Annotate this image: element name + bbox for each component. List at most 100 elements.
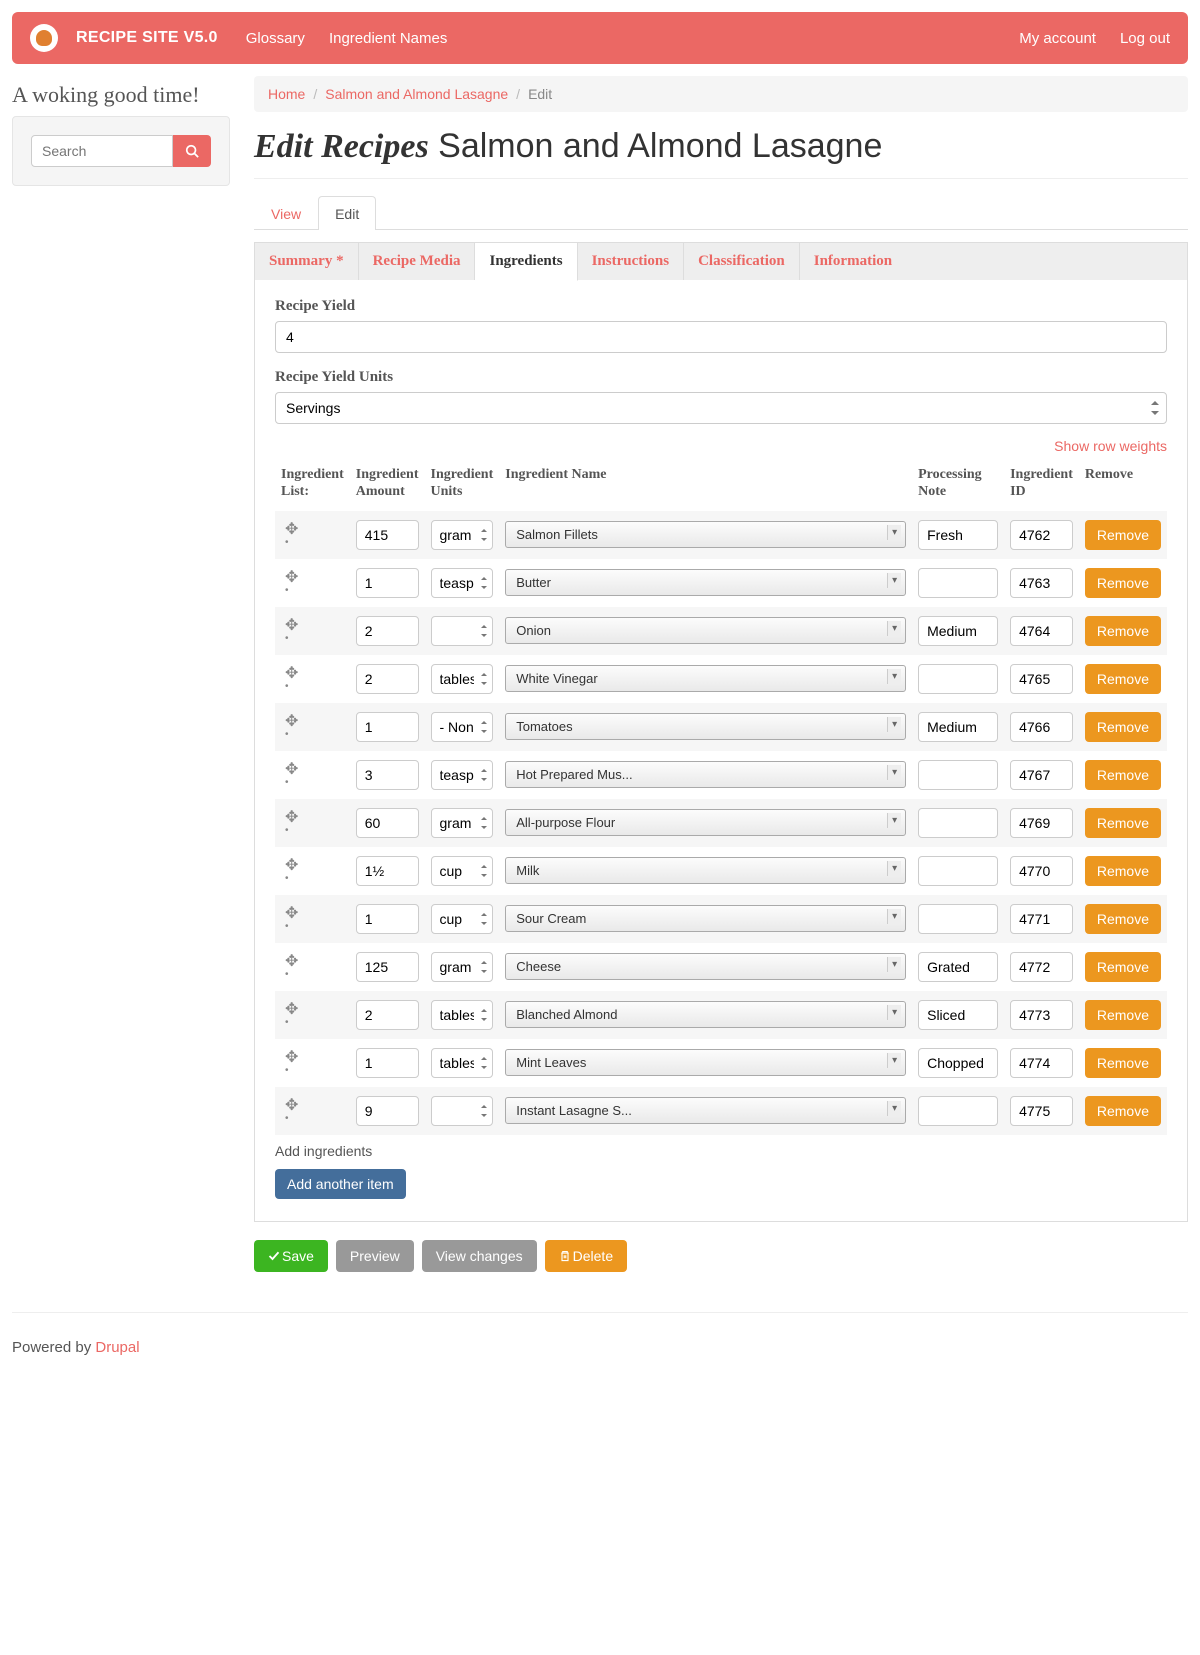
ingredient-id-input[interactable]	[1010, 856, 1073, 886]
save-button[interactable]: Save	[254, 1240, 328, 1272]
ingredient-name-select[interactable]: Instant Lasagne S...	[505, 1097, 906, 1124]
drag-handle-icon[interactable]: ✥•	[281, 1052, 344, 1074]
ingredient-units-select[interactable]	[431, 904, 494, 934]
remove-button[interactable]: Remove	[1085, 856, 1161, 886]
ingredient-amount-input[interactable]	[356, 1096, 419, 1126]
ingredient-name-select[interactable]: White Vinegar	[505, 665, 906, 692]
preview-button[interactable]: Preview	[336, 1240, 414, 1272]
ingredient-name-select[interactable]: Sour Cream	[505, 905, 906, 932]
ingredient-id-input[interactable]	[1010, 808, 1073, 838]
ingredient-id-input[interactable]	[1010, 760, 1073, 790]
delete-button[interactable]: Delete	[545, 1240, 627, 1272]
ingredient-id-input[interactable]	[1010, 616, 1073, 646]
ingredient-name-select[interactable]: Onion	[505, 617, 906, 644]
ingredient-id-input[interactable]	[1010, 1096, 1073, 1126]
breadcrumb-parent[interactable]: Salmon and Almond Lasagne	[325, 86, 508, 102]
view-changes-button[interactable]: View changes	[422, 1240, 537, 1272]
processing-note-input[interactable]	[918, 856, 998, 886]
nav-link-logout[interactable]: Log out	[1120, 30, 1170, 47]
processing-note-input[interactable]	[918, 904, 998, 934]
ingredient-id-input[interactable]	[1010, 664, 1073, 694]
remove-button[interactable]: Remove	[1085, 616, 1161, 646]
remove-button[interactable]: Remove	[1085, 1096, 1161, 1126]
ingredient-id-input[interactable]	[1010, 1000, 1073, 1030]
drag-handle-icon[interactable]: ✥•	[281, 812, 344, 834]
ingredient-units-select[interactable]	[431, 568, 494, 598]
ingredient-name-select[interactable]: Milk	[505, 857, 906, 884]
ingredient-units-select[interactable]	[431, 1000, 494, 1030]
ingredient-id-input[interactable]	[1010, 1048, 1073, 1078]
ingredient-id-input[interactable]	[1010, 520, 1073, 550]
remove-button[interactable]: Remove	[1085, 952, 1161, 982]
drag-handle-icon[interactable]: ✥•	[281, 716, 344, 738]
remove-button[interactable]: Remove	[1085, 712, 1161, 742]
drag-handle-icon[interactable]: ✥•	[281, 620, 344, 642]
ingredient-amount-input[interactable]	[356, 664, 419, 694]
ingredient-id-input[interactable]	[1010, 568, 1073, 598]
processing-note-input[interactable]	[918, 568, 998, 598]
ingredient-amount-input[interactable]	[356, 808, 419, 838]
tab-information[interactable]: Information	[800, 243, 906, 280]
processing-note-input[interactable]	[918, 616, 998, 646]
ingredient-id-input[interactable]	[1010, 904, 1073, 934]
ingredient-units-select[interactable]	[431, 952, 494, 982]
search-button[interactable]	[173, 135, 211, 167]
ingredient-id-input[interactable]	[1010, 952, 1073, 982]
breadcrumb-home[interactable]: Home	[268, 86, 305, 102]
ingredient-amount-input[interactable]	[356, 712, 419, 742]
drag-handle-icon[interactable]: ✥•	[281, 524, 344, 546]
processing-note-input[interactable]	[918, 712, 998, 742]
processing-note-input[interactable]	[918, 952, 998, 982]
ingredient-amount-input[interactable]	[356, 616, 419, 646]
ingredient-units-select[interactable]	[431, 808, 494, 838]
processing-note-input[interactable]	[918, 664, 998, 694]
remove-button[interactable]: Remove	[1085, 1048, 1161, 1078]
ingredient-amount-input[interactable]	[356, 952, 419, 982]
nav-link-glossary[interactable]: Glossary	[246, 30, 305, 47]
tab-summary[interactable]: Summary *	[255, 243, 359, 280]
nav-link-ingredient-names[interactable]: Ingredient Names	[329, 30, 447, 47]
tab-recipe-media[interactable]: Recipe Media	[359, 243, 476, 280]
drag-handle-icon[interactable]: ✥•	[281, 860, 344, 882]
ingredient-units-select[interactable]	[431, 712, 494, 742]
ingredient-name-select[interactable]: Salmon Fillets	[505, 521, 906, 548]
tab-edit[interactable]: Edit	[318, 196, 376, 230]
drag-handle-icon[interactable]: ✥•	[281, 1004, 344, 1026]
recipe-yield-input[interactable]	[275, 321, 1167, 353]
nav-link-my-account[interactable]: My account	[1019, 30, 1096, 47]
add-another-item-button[interactable]: Add another item	[275, 1169, 406, 1199]
drag-handle-icon[interactable]: ✥•	[281, 764, 344, 786]
ingredient-units-select[interactable]	[431, 1096, 494, 1126]
drag-handle-icon[interactable]: ✥•	[281, 572, 344, 594]
ingredient-units-select[interactable]	[431, 760, 494, 790]
ingredient-id-input[interactable]	[1010, 712, 1073, 742]
processing-note-input[interactable]	[918, 520, 998, 550]
remove-button[interactable]: Remove	[1085, 904, 1161, 934]
ingredient-amount-input[interactable]	[356, 760, 419, 790]
ingredient-amount-input[interactable]	[356, 856, 419, 886]
ingredient-units-select[interactable]	[431, 664, 494, 694]
remove-button[interactable]: Remove	[1085, 760, 1161, 790]
site-brand[interactable]: RECIPE SITE V5.0	[76, 29, 218, 47]
ingredient-name-select[interactable]: Butter	[505, 569, 906, 596]
site-logo[interactable]	[30, 24, 58, 52]
processing-note-input[interactable]	[918, 1000, 998, 1030]
ingredient-amount-input[interactable]	[356, 904, 419, 934]
ingredient-name-select[interactable]: Mint Leaves	[505, 1049, 906, 1076]
ingredient-name-select[interactable]: Tomatoes	[505, 713, 906, 740]
drag-handle-icon[interactable]: ✥•	[281, 956, 344, 978]
processing-note-input[interactable]	[918, 760, 998, 790]
show-row-weights-link[interactable]: Show row weights	[1054, 438, 1167, 454]
remove-button[interactable]: Remove	[1085, 664, 1161, 694]
processing-note-input[interactable]	[918, 1048, 998, 1078]
tab-ingredients[interactable]: Ingredients	[475, 243, 577, 281]
ingredient-amount-input[interactable]	[356, 520, 419, 550]
search-input[interactable]	[31, 135, 173, 167]
tab-classification[interactable]: Classification	[684, 243, 800, 280]
tab-instructions[interactable]: Instructions	[578, 243, 685, 280]
drag-handle-icon[interactable]: ✥•	[281, 668, 344, 690]
footer-drupal-link[interactable]: Drupal	[95, 1339, 139, 1356]
ingredient-units-select[interactable]	[431, 856, 494, 886]
ingredient-name-select[interactable]: Hot Prepared Mus...	[505, 761, 906, 788]
ingredient-amount-input[interactable]	[356, 568, 419, 598]
